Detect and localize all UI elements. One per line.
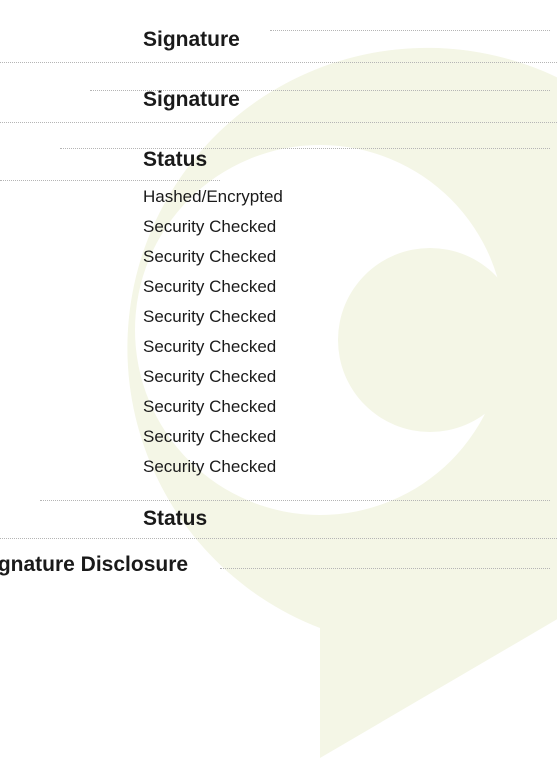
scan-noise (270, 30, 550, 32)
status-item: Security Checked (143, 247, 277, 266)
signature-heading: Signature (143, 88, 240, 111)
scan-noise (40, 500, 550, 502)
status-item: Security Checked (143, 277, 277, 296)
status-item: Hashed/Encrypted (143, 187, 283, 206)
status-item: Security Checked (143, 337, 277, 356)
scan-noise (0, 180, 220, 182)
signature-heading: Signature (143, 28, 240, 51)
status-heading: Status (143, 148, 208, 171)
status-item: Security Checked (143, 307, 277, 326)
signature-disclosure-heading: Signature Disclosure (0, 553, 189, 576)
scan-noise (0, 538, 557, 540)
status-item: Security Checked (143, 367, 277, 386)
watermark-logo-icon (127, 47, 557, 758)
status-heading: Status (143, 507, 208, 530)
scan-noise (0, 122, 557, 124)
status-item: Security Checked (143, 457, 277, 476)
scan-noise (60, 148, 550, 150)
status-item: Security Checked (143, 427, 277, 446)
status-item: Security Checked (143, 217, 277, 236)
status-item: Security Checked (143, 397, 277, 416)
scan-noise (220, 568, 550, 570)
scan-noise (0, 62, 557, 64)
